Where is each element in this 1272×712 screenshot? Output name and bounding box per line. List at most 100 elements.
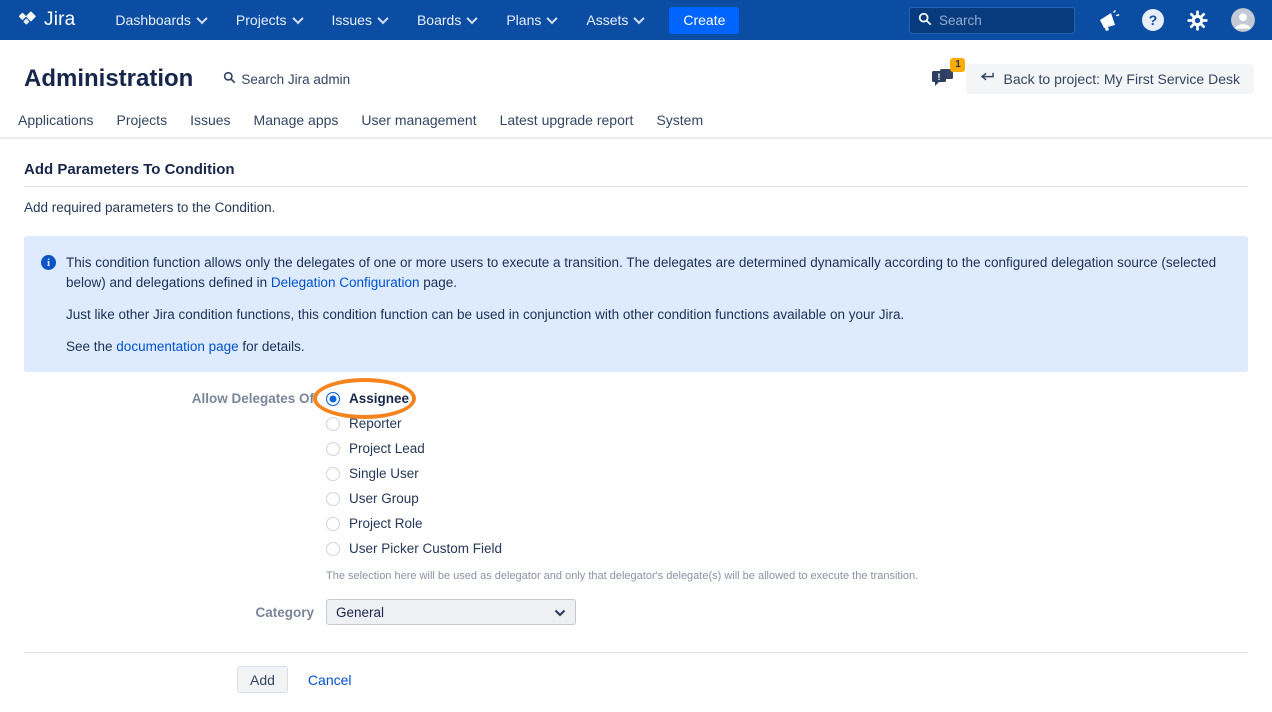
chevron-down-icon bbox=[196, 13, 207, 24]
info-text: for details. bbox=[239, 339, 305, 354]
info-paragraph-2: Just like other Jira condition functions… bbox=[66, 305, 1228, 325]
radio-button[interactable] bbox=[326, 442, 340, 456]
radio-label: Project Lead bbox=[349, 441, 425, 456]
form-divider bbox=[24, 652, 1248, 653]
radio-option-project-role[interactable]: Project Role bbox=[326, 511, 918, 536]
condition-form: Allow Delegates Of Assignee Reporter Pro… bbox=[24, 386, 1248, 693]
nav-item-label: Dashboards bbox=[115, 12, 191, 28]
radio-option-user-picker-custom-field[interactable]: User Picker Custom Field bbox=[326, 536, 918, 561]
chevron-down-icon bbox=[292, 13, 303, 24]
category-selected-value: General bbox=[336, 605, 384, 620]
radio-option-project-lead[interactable]: Project Lead bbox=[326, 436, 918, 461]
radio-button[interactable] bbox=[326, 492, 340, 506]
brand-name: Jira bbox=[44, 9, 75, 31]
main-content: Add Parameters To Condition Add required… bbox=[0, 161, 1272, 693]
tab-manage-apps[interactable]: Manage apps bbox=[254, 112, 339, 128]
admin-header-right: ! 1 Back to project: My First Service De… bbox=[930, 64, 1254, 94]
nav-item-plans[interactable]: Plans bbox=[506, 12, 556, 28]
radio-option-assignee[interactable]: Assignee bbox=[326, 386, 918, 411]
info-text: This condition function allows only the … bbox=[66, 255, 1216, 290]
category-select[interactable]: General bbox=[326, 599, 576, 625]
top-navbar: Jira Dashboards Projects Issues Boards P… bbox=[0, 0, 1272, 40]
nav-item-label: Boards bbox=[417, 12, 461, 28]
nav-item-boards[interactable]: Boards bbox=[417, 12, 476, 28]
svg-text:?: ? bbox=[1149, 12, 1158, 28]
radio-option-user-group[interactable]: User Group bbox=[326, 486, 918, 511]
info-paragraph-1: This condition function allows only the … bbox=[66, 253, 1228, 293]
help-icon[interactable]: ? bbox=[1141, 8, 1165, 32]
user-avatar[interactable] bbox=[1230, 7, 1256, 33]
add-button[interactable]: Add bbox=[237, 666, 288, 693]
gear-icon[interactable] bbox=[1186, 9, 1209, 32]
jira-logo-icon bbox=[16, 8, 38, 33]
radio-button[interactable] bbox=[326, 467, 340, 481]
chevron-down-icon bbox=[554, 605, 566, 620]
info-text: Just like other Jira condition functions… bbox=[66, 307, 904, 322]
section-subheading: Add required parameters to the Condition… bbox=[24, 200, 1248, 215]
admin-tabs: Applications Projects Issues Manage apps… bbox=[0, 112, 1272, 139]
tab-system[interactable]: System bbox=[656, 112, 703, 128]
navbar-right: ? bbox=[909, 7, 1256, 34]
nav-item-label: Plans bbox=[506, 12, 541, 28]
admin-search-label: Search Jira admin bbox=[241, 72, 350, 87]
nav-item-dashboards[interactable]: Dashboards bbox=[115, 12, 206, 28]
radio-label: User Group bbox=[349, 491, 419, 506]
info-panel-text: This condition function allows only the … bbox=[66, 253, 1228, 357]
notification-badge: 1 bbox=[950, 58, 965, 72]
delegates-label: Allow Delegates Of bbox=[24, 386, 326, 582]
radio-button[interactable] bbox=[326, 542, 340, 556]
cancel-link[interactable]: Cancel bbox=[308, 672, 352, 688]
nav-item-label: Projects bbox=[236, 12, 287, 28]
nav-menu: Dashboards Projects Issues Boards Plans … bbox=[115, 12, 643, 28]
return-arrow-icon bbox=[980, 71, 995, 87]
chevron-down-icon bbox=[547, 13, 558, 24]
radio-label: Single User bbox=[349, 466, 419, 481]
tab-issues[interactable]: Issues bbox=[190, 112, 230, 128]
tab-user-management[interactable]: User management bbox=[361, 112, 476, 128]
nav-item-issues[interactable]: Issues bbox=[332, 12, 387, 28]
radio-option-reporter[interactable]: Reporter bbox=[326, 411, 918, 436]
tab-projects[interactable]: Projects bbox=[117, 112, 168, 128]
delegates-radio-group: Assignee Reporter Project Lead Single Us… bbox=[326, 386, 918, 582]
nav-item-projects[interactable]: Projects bbox=[236, 12, 302, 28]
delegation-configuration-link[interactable]: Delegation Configuration bbox=[271, 275, 420, 290]
admin-header: Administration Search Jira admin ! 1 bbox=[0, 40, 1272, 112]
nav-item-label: Issues bbox=[332, 12, 372, 28]
notifications-icon[interactable]: ! 1 bbox=[930, 66, 956, 93]
category-label: Category bbox=[24, 605, 326, 620]
radio-option-single-user[interactable]: Single User bbox=[326, 461, 918, 486]
radio-label: Reporter bbox=[349, 416, 402, 431]
page-title: Administration bbox=[24, 65, 193, 93]
navbar-search[interactable] bbox=[909, 7, 1075, 34]
admin-search[interactable]: Search Jira admin bbox=[223, 71, 350, 87]
tab-latest-upgrade-report[interactable]: Latest upgrade report bbox=[500, 112, 634, 128]
form-buttons: Add Cancel bbox=[24, 666, 1248, 693]
jira-logo[interactable]: Jira bbox=[16, 8, 75, 33]
radio-button[interactable] bbox=[326, 517, 340, 531]
info-icon: i bbox=[41, 255, 56, 270]
back-button-label: Back to project: My First Service Desk bbox=[1003, 71, 1240, 87]
nav-item-assets[interactable]: Assets bbox=[586, 12, 643, 28]
tab-applications[interactable]: Applications bbox=[18, 112, 94, 128]
radio-label: Project Role bbox=[349, 516, 423, 531]
svg-text:!: ! bbox=[938, 72, 941, 82]
info-panel: i This condition function allows only th… bbox=[24, 236, 1248, 372]
category-row: Category General bbox=[24, 599, 1248, 625]
search-icon bbox=[223, 71, 236, 87]
delegates-row: Allow Delegates Of Assignee Reporter Pro… bbox=[24, 386, 1248, 582]
search-icon bbox=[918, 12, 932, 29]
documentation-page-link[interactable]: documentation page bbox=[116, 339, 238, 354]
back-to-project-button[interactable]: Back to project: My First Service Desk bbox=[966, 64, 1254, 94]
delegator-helper-text: The selection here will be used as deleg… bbox=[326, 570, 918, 582]
announcements-icon[interactable] bbox=[1096, 8, 1120, 32]
create-button[interactable]: Create bbox=[669, 7, 739, 34]
radio-label: User Picker Custom Field bbox=[349, 541, 502, 556]
section-heading: Add Parameters To Condition bbox=[24, 161, 1248, 187]
info-paragraph-3: See the documentation page for details. bbox=[66, 337, 1228, 357]
search-input[interactable] bbox=[939, 13, 1059, 28]
chevron-down-icon bbox=[377, 13, 388, 24]
radio-button[interactable] bbox=[326, 417, 340, 431]
info-text: page. bbox=[420, 275, 458, 290]
radio-button-checked[interactable] bbox=[326, 392, 340, 406]
chevron-down-icon bbox=[634, 13, 645, 24]
